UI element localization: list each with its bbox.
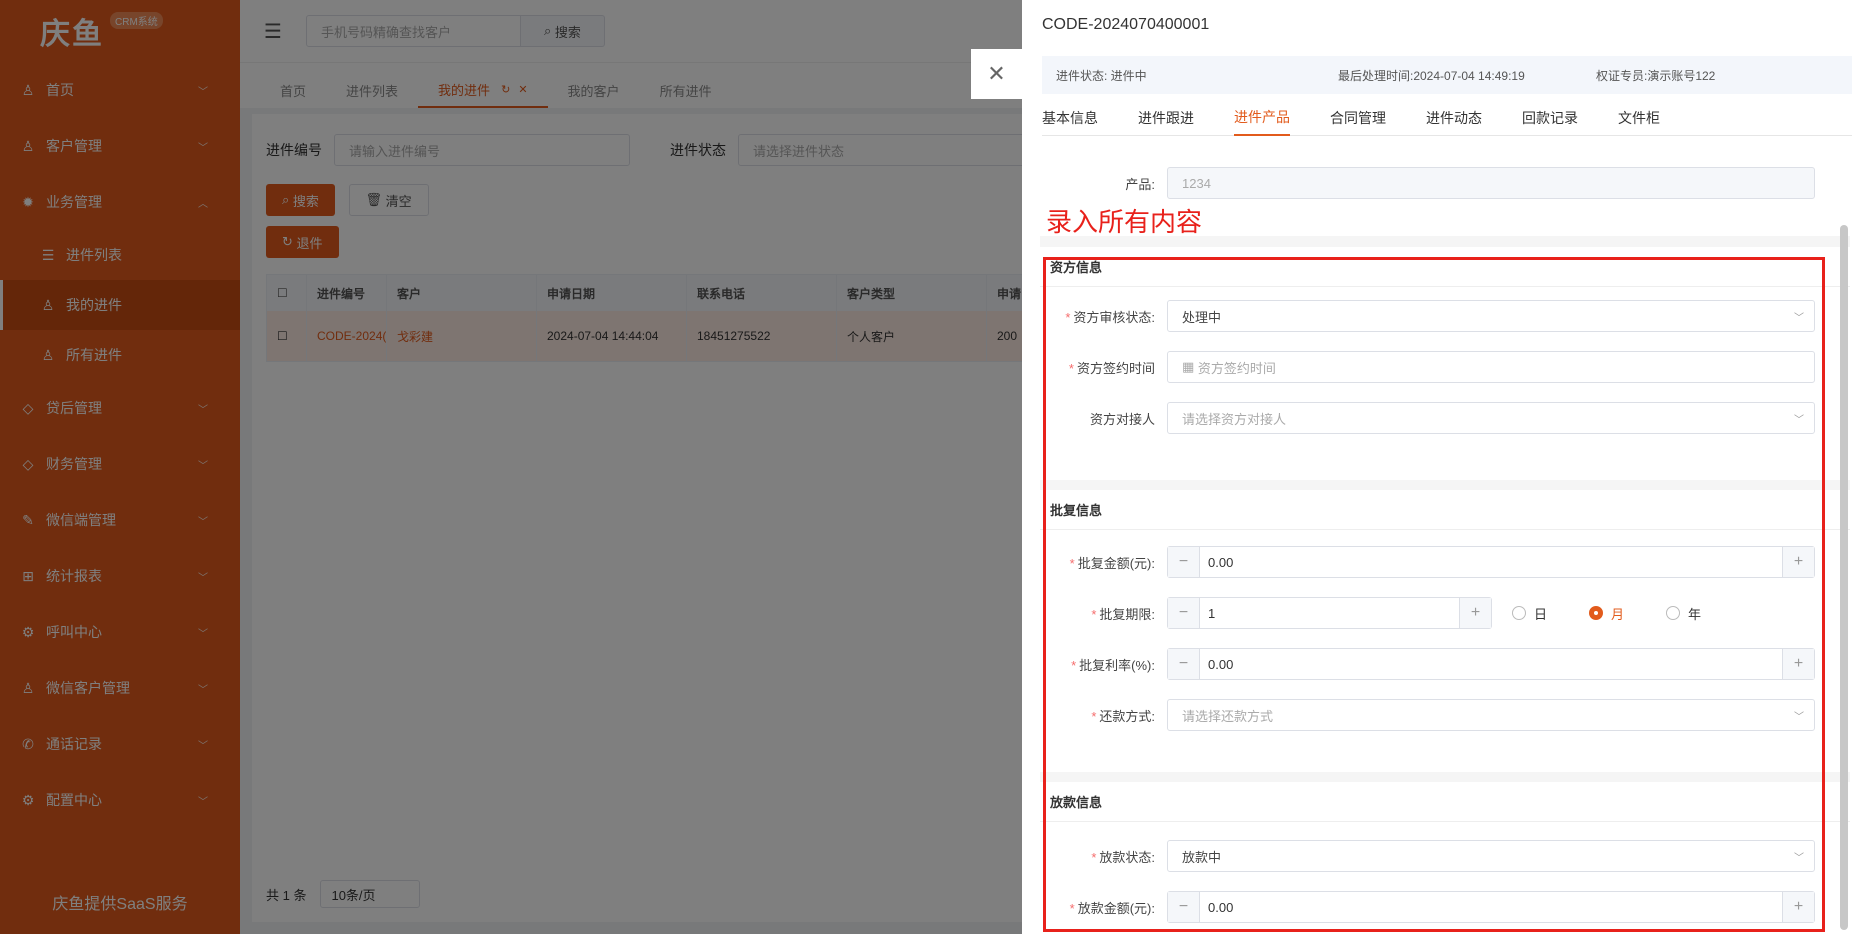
drawer-title: CODE-2024070400001 bbox=[1042, 16, 1210, 33]
product-label: 产品: bbox=[1125, 176, 1155, 192]
drawer-tabs: 基本信息 进件跟进 进件产品 合同管理 进件动态 回款记录 文件柜 bbox=[1042, 100, 1852, 136]
tab-product[interactable]: 进件产品 bbox=[1234, 100, 1290, 136]
drawer-close-button[interactable]: ✕ bbox=[971, 49, 1022, 99]
annotation-box bbox=[1043, 257, 1825, 932]
annotation-text: 录入所有内容 bbox=[1046, 207, 1203, 237]
product-row: 产品: 1234 bbox=[1040, 167, 1850, 199]
tab-followup[interactable]: 进件跟进 bbox=[1138, 100, 1194, 136]
owner-text: 权证专员:演示账号122 bbox=[1596, 68, 1716, 83]
tab-files[interactable]: 文件柜 bbox=[1618, 100, 1660, 136]
close-icon: ✕ bbox=[987, 61, 1006, 86]
info-bar: 进件状态: 进件中 最后处理时间:2024-07-04 14:49:19 权证专… bbox=[1042, 56, 1852, 94]
tab-repayment[interactable]: 回款记录 bbox=[1522, 100, 1578, 136]
last-time-text: 最后处理时间:2024-07-04 14:49:19 bbox=[1338, 68, 1525, 83]
tab-basic[interactable]: 基本信息 bbox=[1042, 100, 1098, 136]
tab-contract[interactable]: 合同管理 bbox=[1330, 100, 1386, 136]
tab-activity[interactable]: 进件动态 bbox=[1426, 100, 1482, 136]
product-input: 1234 bbox=[1167, 167, 1815, 199]
drawer-scrollbar[interactable] bbox=[1840, 225, 1848, 930]
status-text: 进件状态: 进件中 bbox=[1056, 68, 1147, 83]
